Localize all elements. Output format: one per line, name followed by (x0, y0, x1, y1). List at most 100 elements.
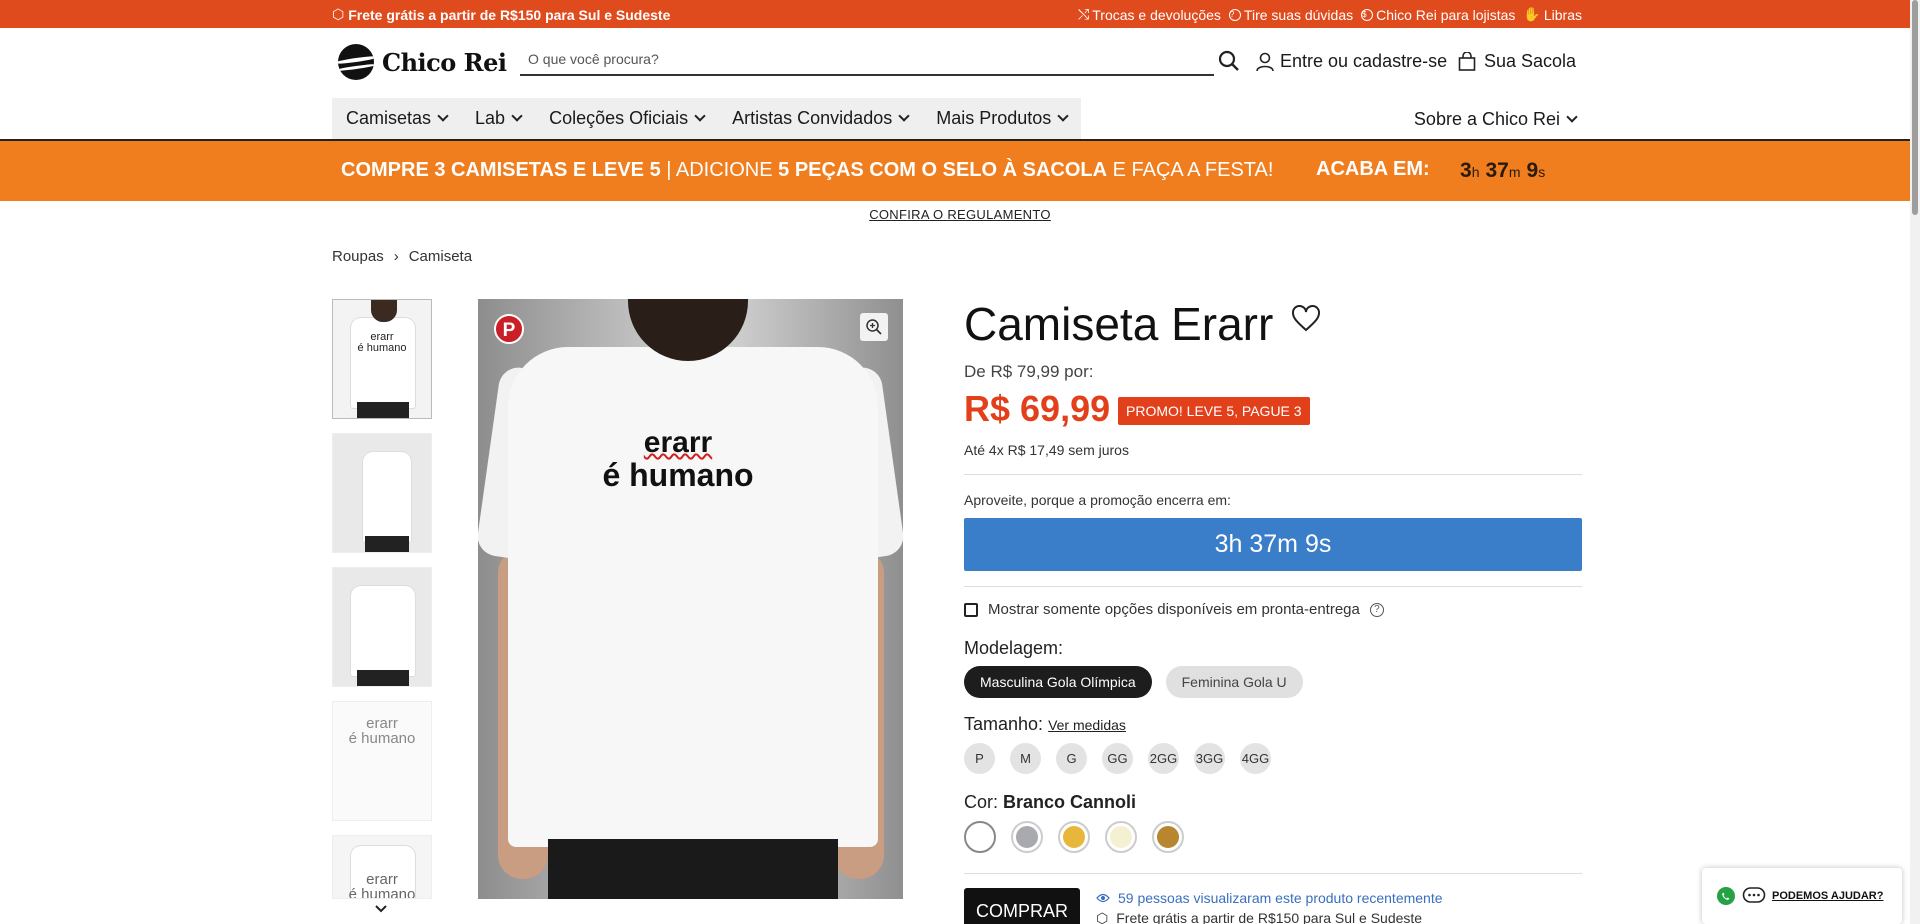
promo-sep: | ADICIONE (660, 159, 779, 181)
availability-toggle[interactable]: Mostrar somente opções disponíveis em pr… (964, 601, 1384, 618)
question-icon: ? (1228, 8, 1241, 21)
model-option-feminina[interactable]: Feminina Gola U (1165, 666, 1303, 698)
bag-icon (1458, 51, 1476, 71)
shipping-info-text: Frete grátis a partir de R$150 para Sul … (1116, 912, 1423, 924)
heart-icon[interactable] (1291, 304, 1321, 334)
pinterest-button[interactable]: P (494, 314, 524, 344)
logo-mark-icon (338, 44, 374, 80)
hand-icon: ✋ (1523, 6, 1541, 22)
color-swatch-creme[interactable] (1105, 821, 1137, 853)
shirt-print: erarr é humano (578, 426, 778, 492)
color-swatch-caramelo[interactable] (1152, 821, 1184, 853)
zoom-in-icon (866, 319, 882, 335)
thumbnail-detail-print-2: é humano (348, 730, 416, 747)
nav-item-lab[interactable]: Lab (475, 108, 523, 129)
color-swatch-cinza[interactable] (1011, 821, 1043, 853)
divider (964, 586, 1582, 587)
page-scrollbar[interactable] (1910, 0, 1920, 924)
size-option-gg[interactable]: GG (1102, 743, 1133, 774)
size-options: P M G GG 2GG 3GG 4GG (964, 743, 1271, 774)
topbar-link-faq[interactable]: ? Tire suas dúvidas (1228, 7, 1353, 23)
size-guide-link[interactable]: Ver medidas (1048, 717, 1126, 733)
nav-menu: Camisetas Lab Coleções Oficiais Artistas… (332, 98, 1082, 139)
size-option-p[interactable]: P (964, 743, 995, 774)
box-icon: ⬡ (1096, 912, 1109, 924)
recent-views-text: 59 pessoas visualizaram este produto rec… (1118, 890, 1443, 906)
thumbnail-side[interactable] (332, 433, 432, 553)
topbar-link-libras-label: Libras (1543, 6, 1582, 23)
search-button[interactable] (1218, 50, 1240, 72)
chat-icon (1742, 887, 1766, 903)
nav-item-colecoes[interactable]: Coleções Oficiais (549, 108, 706, 129)
scrollbar-thumb[interactable] (1912, 0, 1918, 215)
model-option-masculina[interactable]: Masculina Gola Olímpica (964, 666, 1152, 698)
breadcrumb-roupas[interactable]: Roupas (332, 248, 384, 265)
zoom-button[interactable] (860, 313, 888, 341)
thumbnails-scroll-down[interactable] (374, 902, 388, 916)
chevron-down-icon (898, 110, 910, 122)
search-field (520, 44, 1214, 76)
size-option-g[interactable]: G (1056, 743, 1087, 774)
product-title: Camiseta Erarr (964, 298, 1274, 350)
divider (964, 873, 1582, 874)
countdown-hours-unit: h (1471, 164, 1480, 180)
login-link[interactable]: Entre ou cadastre-se (1256, 51, 1447, 72)
free-shipping-notice: ⬡ Frete grátis a partir de R$150 para Su… (332, 6, 670, 23)
thumbnail-pants (365, 536, 409, 552)
nav-item-about[interactable]: Sobre a Chico Rei (1414, 109, 1578, 130)
nav-item-camisetas[interactable]: Camisetas (346, 108, 449, 129)
size-option-3gg[interactable]: 3GG (1194, 743, 1225, 774)
main-product-image[interactable]: erarr é humano P (478, 299, 903, 899)
thumbnail-feminine[interactable]: erarr é humano (332, 835, 432, 899)
thumbnail-fem-print-2: é humano (348, 886, 416, 899)
countdown-bar: 3h 37m 9s (964, 518, 1582, 571)
breadcrumb-camiseta[interactable]: Camiseta (409, 248, 472, 265)
size-option-2gg[interactable]: 2GG (1148, 743, 1179, 774)
login-label: Entre ou cadastre-se (1280, 51, 1448, 71)
nav-item-lab-label: Lab (475, 108, 506, 128)
product-title-row: Camiseta Erarr (964, 296, 1582, 352)
help-icon[interactable]: ? (1369, 602, 1384, 617)
thumbnail-back[interactable] (332, 567, 432, 687)
topbar-link-returns[interactable]: ⤭ Trocas e devoluções (1078, 6, 1221, 23)
availability-label: Mostrar somente opções disponíveis em pr… (988, 601, 1360, 618)
logo-text: Chico Rei (382, 47, 507, 77)
help-widget[interactable]: PODEMOS AJUDAR? (1702, 868, 1902, 924)
color-swatch-amarelo[interactable] (1058, 821, 1090, 853)
recent-views: 59 pessoas visualizaram este produto rec… (1096, 890, 1443, 906)
availability-checkbox[interactable] (964, 602, 978, 617)
thumbnail-print-detail[interactable]: erarr é humano (332, 701, 432, 821)
topbar-link-retailers[interactable]: $ Chico Rei para lojistas (1361, 7, 1515, 23)
thumbnail-beard (371, 300, 397, 322)
nav-item-mais-produtos[interactable]: Mais Produtos (936, 108, 1069, 129)
nav-item-artistas[interactable]: Artistas Convidados (732, 108, 910, 129)
chevron-down-icon (511, 110, 523, 122)
promo-rest: E FAÇA A FESTA! (1107, 159, 1274, 181)
color-swatch-branco[interactable] (964, 821, 996, 853)
color-name: Branco Cannoli (1003, 792, 1137, 812)
installments: Até 4x R$ 17,49 sem juros (964, 442, 1129, 458)
search-input[interactable] (520, 51, 1214, 67)
nav-item-camisetas-label: Camisetas (346, 108, 432, 128)
topbar-link-returns-label: Trocas e devoluções (1092, 6, 1221, 23)
chevron-down-icon (694, 110, 706, 122)
thumbnail-front[interactable]: erarr é humano (332, 299, 432, 419)
countdown-hours: 3 (1460, 159, 1472, 182)
topbar-link-retailers-label: Chico Rei para lojistas (1376, 6, 1516, 23)
promo-badge: PROMO! LEVE 5, PAGUE 3 (1118, 397, 1310, 425)
rules-link[interactable]: CONFIRA O REGULAMENTO (869, 207, 1051, 222)
chevron-down-icon (375, 905, 387, 913)
promo-banner[interactable]: COMPRE 3 CAMISETAS E LEVE 5 | ADICIONE 5… (0, 141, 1920, 201)
old-price: De R$ 79,99 por: (964, 362, 1094, 381)
size-option-4gg[interactable]: 4GG (1240, 743, 1271, 774)
bag-link[interactable]: Sua Sacola (1458, 51, 1576, 72)
topbar-link-libras[interactable]: ✋ Libras (1523, 6, 1582, 23)
shirt-print-line-1: erarr (643, 426, 713, 459)
divider (964, 474, 1582, 475)
logo[interactable]: Chico Rei (338, 44, 507, 80)
bag-label: Sua Sacola (1484, 51, 1577, 71)
swatch-fill (1157, 826, 1179, 848)
store-icon: $ (1361, 8, 1374, 21)
buy-button[interactable]: COMPRAR (964, 888, 1080, 924)
size-option-m[interactable]: M (1010, 743, 1041, 774)
